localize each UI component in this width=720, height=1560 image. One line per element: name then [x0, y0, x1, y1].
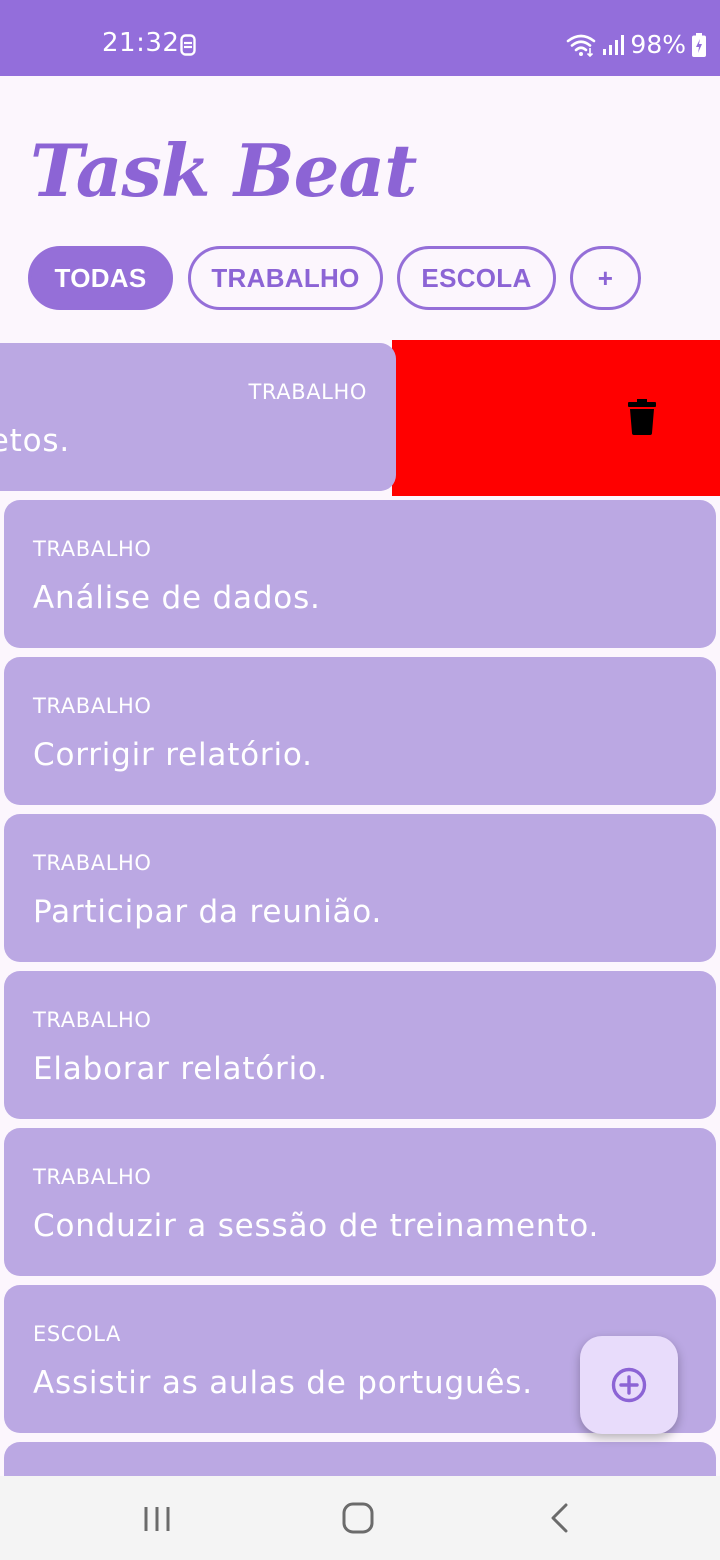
add-task-button[interactable] — [580, 1336, 678, 1434]
task-card[interactable]: TRABALHO Análise de dados. — [4, 500, 716, 648]
task-card[interactable]: TRABALHO Elaborar relatório. — [4, 971, 716, 1119]
task-category: TRABALHO — [248, 380, 367, 404]
task-category: ESCOLA — [33, 1322, 121, 1346]
task-title: Revisar projetos. — [0, 423, 70, 459]
task-category: TRABALHO — [33, 851, 152, 875]
task-card-swiped[interactable]: TRABALHO Revisar projetos. — [0, 343, 396, 491]
task-card[interactable]: TRABALHO Corrigir relatório. — [4, 657, 716, 805]
home-icon[interactable] — [342, 1502, 374, 1534]
task-card[interactable]: TRABALHO Conduzir a sessão de treinament… — [4, 1128, 716, 1276]
task-title: Elaborar relatório. — [33, 1051, 328, 1087]
task-card[interactable]: TRABALHO Participar da reunião. — [4, 814, 716, 962]
task-title: Conduzir a sessão de treinamento. — [33, 1208, 600, 1244]
recents-icon[interactable] — [143, 1505, 171, 1533]
task-title: Participar da reunião. — [33, 894, 383, 930]
task-category: TRABALHO — [33, 694, 152, 718]
task-category: TRABALHO — [33, 1165, 152, 1189]
task-list[interactable]: TRABALHO Revisar projetos. TRABALHO Anál… — [0, 0, 720, 1476]
task-title: Assistir as aulas de português. — [33, 1365, 533, 1401]
task-category: TRABALHO — [33, 537, 152, 561]
swipe-delete-background[interactable] — [392, 340, 720, 496]
task-category: TRABALHO — [33, 1008, 152, 1032]
back-icon[interactable] — [548, 1503, 570, 1533]
task-title: Análise de dados. — [33, 580, 321, 616]
add-circle-icon — [611, 1367, 647, 1403]
task-title: Corrigir relatório. — [33, 737, 313, 773]
trash-icon[interactable] — [628, 399, 656, 435]
task-card[interactable] — [4, 1442, 716, 1476]
